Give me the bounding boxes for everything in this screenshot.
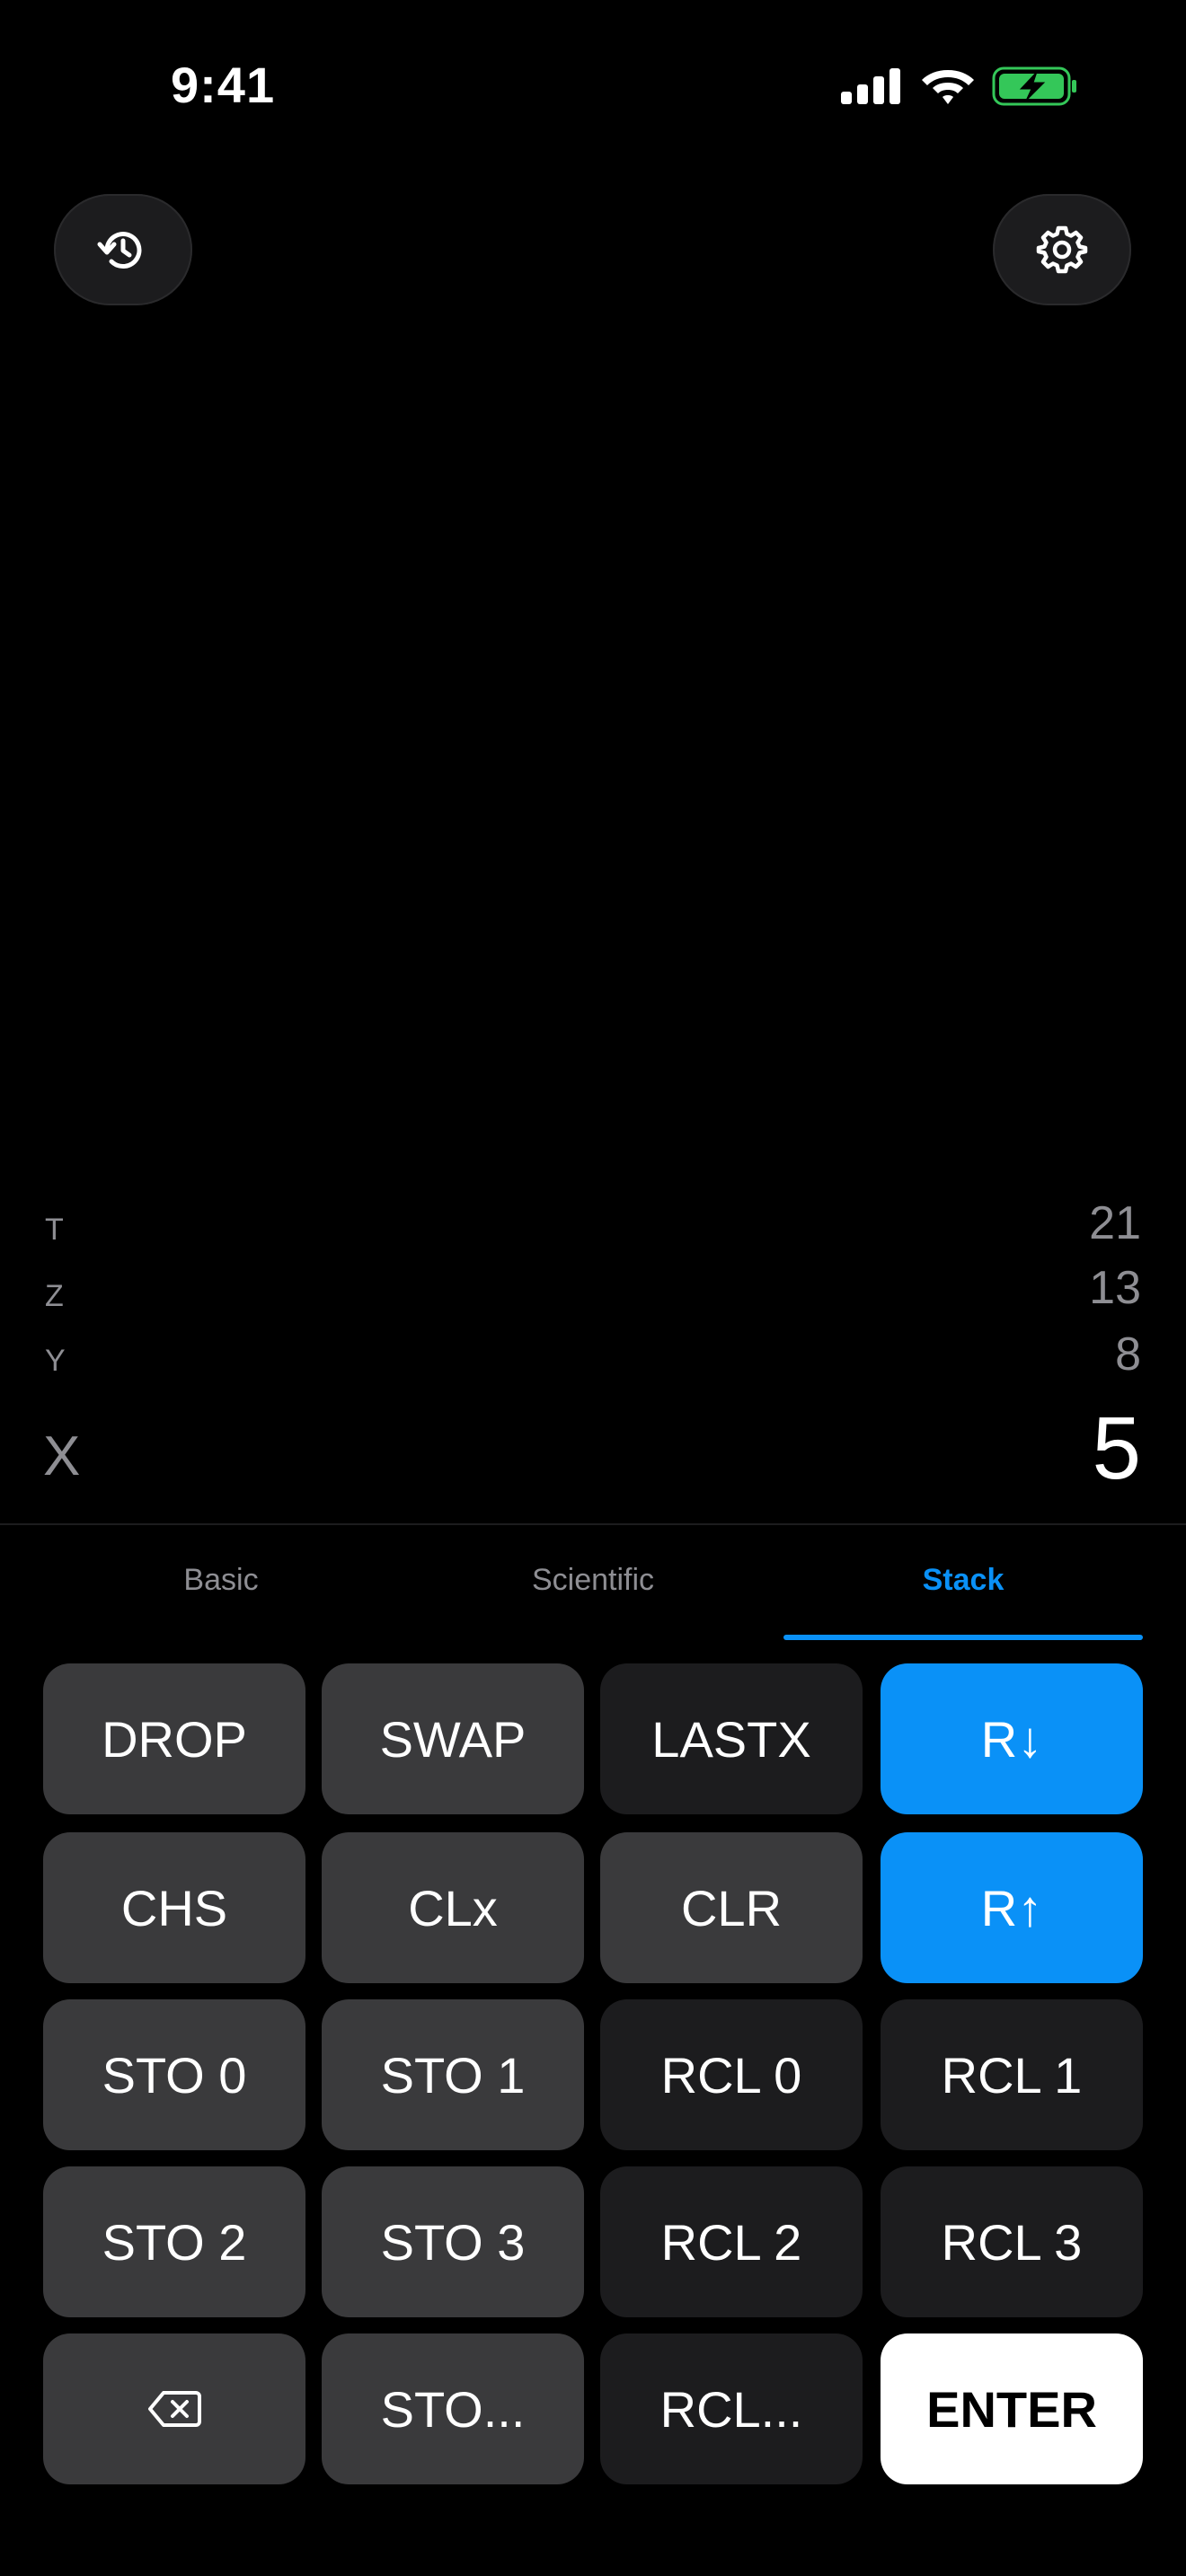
sto-0-key[interactable]: STO 0 — [43, 1999, 305, 2150]
sto-3-key[interactable]: STO 3 — [322, 2166, 584, 2317]
register-x-label: X — [43, 1425, 81, 1487]
register-t-value: 21 — [1089, 1197, 1141, 1249]
rcl-3-key[interactable]: RCL 3 — [881, 2166, 1143, 2317]
backspace-icon — [148, 2391, 201, 2427]
rcl-menu-key[interactable]: RCL... — [600, 2333, 863, 2484]
lastx-key[interactable]: LASTX — [600, 1663, 863, 1814]
register-t-label: T — [45, 1213, 64, 1247]
sto-menu-key[interactable]: STO... — [322, 2333, 584, 2484]
clx-key[interactable]: CLx — [322, 1832, 584, 1983]
active-tab-indicator — [783, 1635, 1143, 1640]
battery-charging-icon — [992, 66, 1076, 106]
divider — [0, 1523, 1186, 1525]
drop-key[interactable]: DROP — [43, 1663, 305, 1814]
register-z-value: 13 — [1089, 1262, 1141, 1314]
roll-up-key[interactable]: R↑ — [881, 1832, 1143, 1983]
cellular-signal-icon — [841, 68, 900, 104]
gear-icon — [1036, 225, 1088, 274]
rcl-1-key[interactable]: RCL 1 — [881, 1999, 1143, 2150]
chs-key[interactable]: CHS — [43, 1832, 305, 1983]
register-y-label: Y — [45, 1344, 66, 1378]
backspace-key[interactable] — [43, 2333, 305, 2484]
wifi-icon — [922, 70, 974, 104]
history-button[interactable] — [54, 194, 192, 305]
tab-basic[interactable]: Basic — [43, 1563, 399, 1617]
register-x-value: 5 — [1092, 1398, 1141, 1497]
rcl-0-key[interactable]: RCL 0 — [600, 1999, 863, 2150]
sto-2-key[interactable]: STO 2 — [43, 2166, 305, 2317]
clr-key[interactable]: CLR — [600, 1832, 863, 1983]
status-time: 9:41 — [171, 57, 276, 113]
history-icon — [97, 232, 142, 269]
register-y-value: 8 — [1115, 1328, 1141, 1381]
sto-1-key[interactable]: STO 1 — [322, 1999, 584, 2150]
register-z-label: Z — [45, 1279, 64, 1313]
swap-key[interactable]: SWAP — [322, 1663, 584, 1814]
roll-down-key[interactable]: R↓ — [881, 1663, 1143, 1814]
rcl-2-key[interactable]: RCL 2 — [600, 2166, 863, 2317]
enter-key[interactable]: ENTER — [881, 2333, 1143, 2484]
tab-scientific[interactable]: Scientific — [415, 1563, 771, 1617]
settings-button[interactable] — [993, 194, 1131, 305]
tab-stack[interactable]: Stack — [783, 1563, 1143, 1617]
